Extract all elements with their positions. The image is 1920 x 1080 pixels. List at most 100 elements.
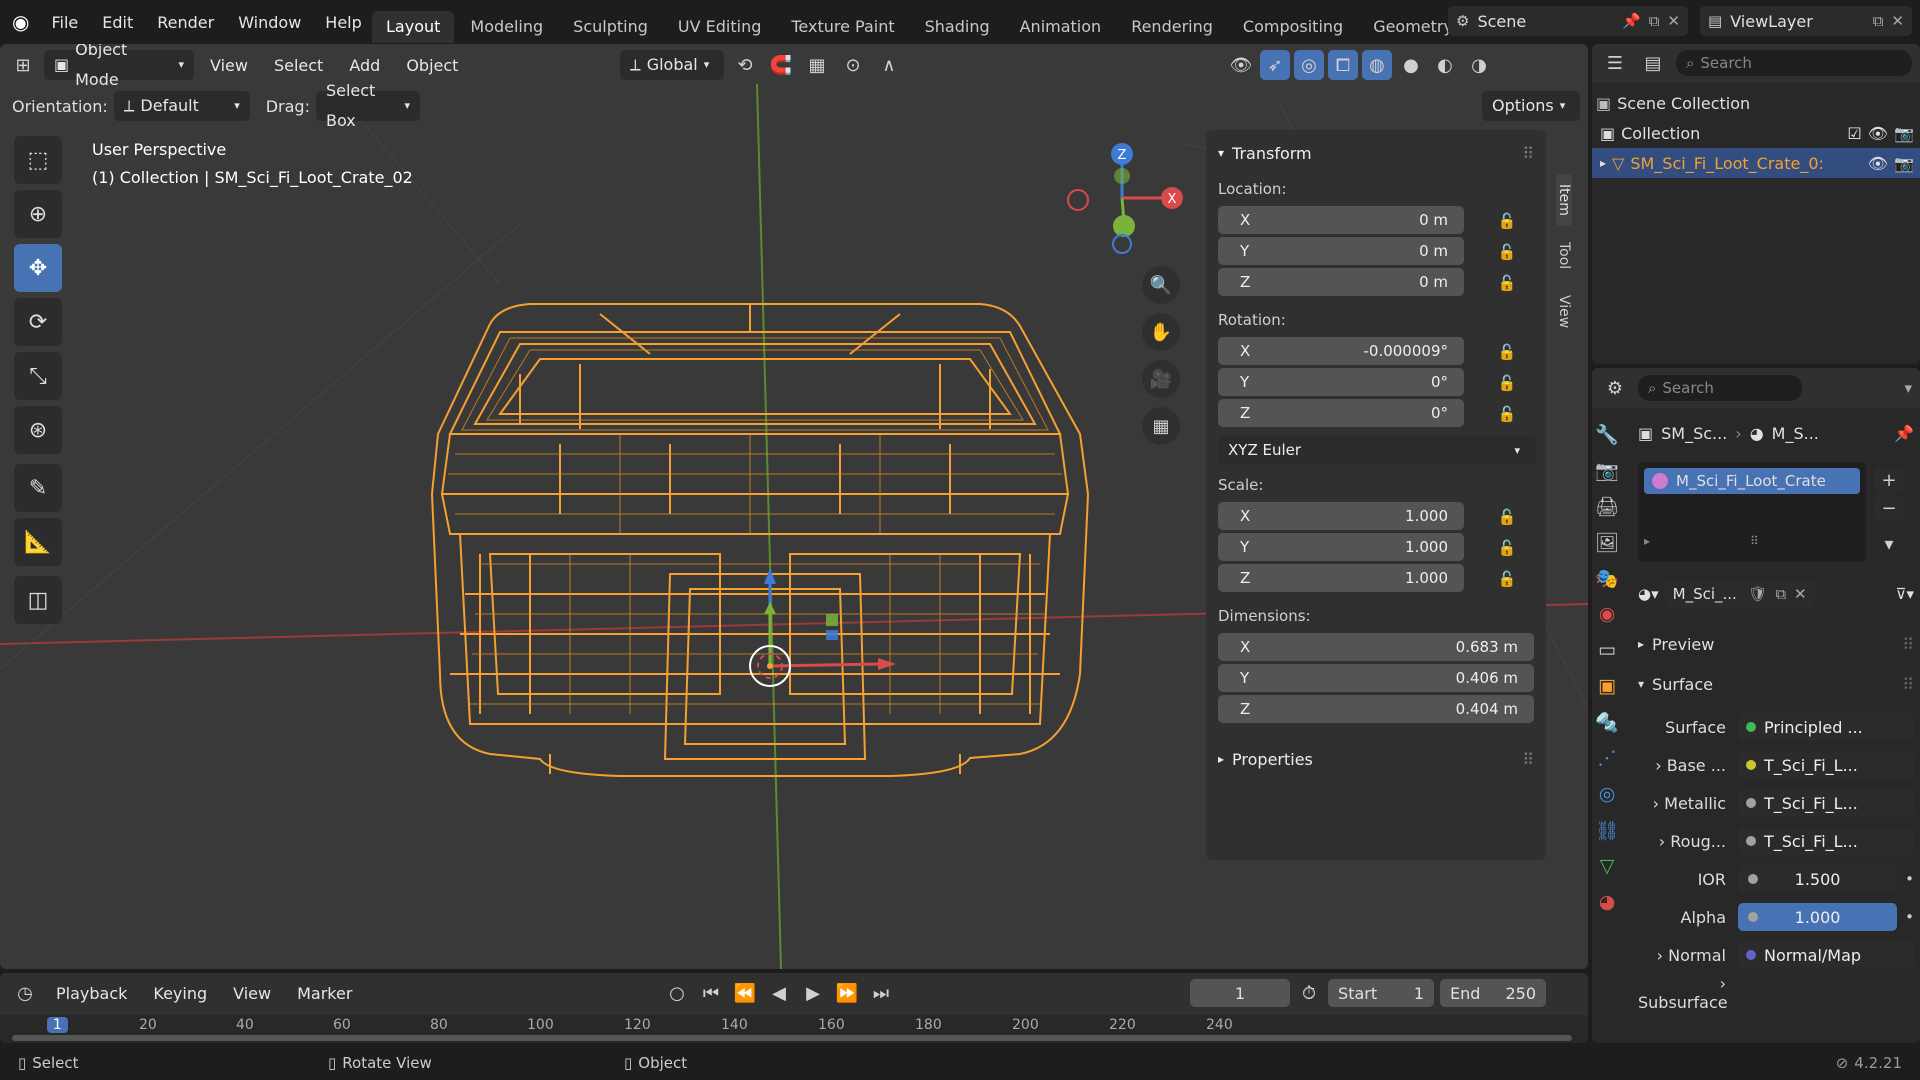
- orientation-dropdown[interactable]: ⟂ Default ▾: [113, 91, 250, 121]
- rotate-tool-icon[interactable]: ⟳: [14, 298, 62, 346]
- editor-type-icon[interactable]: ☰: [1600, 48, 1630, 78]
- lock-icon[interactable]: 🔓: [1496, 243, 1518, 263]
- rendered-shading-icon[interactable]: ◑: [1464, 50, 1494, 80]
- add-cube-tool-icon[interactable]: ◫: [14, 576, 62, 624]
- mode-dropdown[interactable]: ▣ Object Mode ▾: [44, 44, 194, 89]
- snap-icon[interactable]: 🧲: [766, 50, 796, 80]
- lock-icon[interactable]: 🔓: [1496, 508, 1518, 528]
- select-box-tool-icon[interactable]: ⬚: [14, 136, 62, 184]
- proportional-edit-icon[interactable]: ⊙: [838, 50, 868, 80]
- view-menu[interactable]: View: [223, 984, 281, 1003]
- surface-input-value[interactable]: T_Sci_Fi_L...: [1738, 789, 1914, 817]
- socket-icon[interactable]: [1746, 950, 1756, 960]
- lock-icon[interactable]: 🔓: [1496, 405, 1518, 425]
- timeline-scrollbar[interactable]: [12, 1035, 1572, 1041]
- surface-panel-header[interactable]: ▾ Surface ⠿: [1638, 666, 1914, 702]
- gizmo-toggle-icon[interactable]: ➶: [1260, 50, 1290, 80]
- wireframe-shading-icon[interactable]: ◍: [1362, 50, 1392, 80]
- perspective-grid-icon[interactable]: ▦: [1142, 407, 1180, 445]
- outliner-scene-collection[interactable]: ▣ Scene Collection: [1592, 88, 1920, 118]
- pin-icon[interactable]: 📌: [1894, 424, 1914, 443]
- duplicate-icon[interactable]: ⧉: [1775, 585, 1786, 603]
- prev-keyframe-icon[interactable]: ⏪: [730, 978, 760, 1008]
- rotation-y-field[interactable]: Y 0°: [1218, 368, 1464, 396]
- camera-icon[interactable]: 📷: [1894, 154, 1914, 173]
- jump-start-icon[interactable]: ⏮: [696, 978, 726, 1008]
- outliner-object-row[interactable]: ▸ ▽ SM_Sci_Fi_Loot_Crate_0: 👁 📷: [1592, 148, 1920, 178]
- material-slot-list[interactable]: M_Sci_Fi_Loot_Crate ▸ ⠿: [1638, 462, 1866, 562]
- tab-uv-editing[interactable]: UV Editing: [664, 11, 775, 43]
- dimensions-z-field[interactable]: Z 0.404 m: [1218, 695, 1534, 723]
- unlink-icon[interactable]: ✕: [1794, 585, 1807, 603]
- add-slot-icon[interactable]: +: [1874, 467, 1904, 493]
- location-y-field[interactable]: Y 0 m: [1218, 237, 1464, 265]
- physics-icon[interactable]: ◎: [1592, 776, 1622, 812]
- scene-selector[interactable]: ⚙ Scene 📌 ⧉ ✕: [1448, 6, 1688, 36]
- xray-icon[interactable]: ⧠: [1328, 50, 1358, 80]
- start-frame-field[interactable]: Start 1: [1328, 979, 1435, 1007]
- current-frame-field[interactable]: 1: [1190, 979, 1290, 1007]
- drag-handle-icon[interactable]: ⠿: [1902, 675, 1914, 694]
- move-tool-icon[interactable]: ✥: [14, 244, 62, 292]
- transform-panel-header[interactable]: ▾ Transform ⠿: [1218, 138, 1534, 168]
- camera-icon[interactable]: 🎥: [1142, 360, 1180, 398]
- pivot-icon[interactable]: ⟲: [730, 50, 760, 80]
- menu-view[interactable]: View: [200, 56, 258, 75]
- menu-edit[interactable]: Edit: [90, 13, 145, 32]
- tool-properties-icon[interactable]: 🔧: [1592, 416, 1622, 452]
- eye-icon[interactable]: 👁: [1868, 124, 1888, 143]
- material-properties-icon[interactable]: ◕: [1592, 884, 1622, 920]
- timeline-ruler[interactable]: 1 20 40 60 80 100 120 140 160 180 200 220 240: [0, 1015, 1588, 1043]
- drag-dropdown[interactable]: Select Box ▾: [315, 81, 420, 130]
- surface-input-value[interactable]: Principled ...: [1738, 713, 1914, 741]
- overlay-icon[interactable]: ◎: [1294, 50, 1324, 80]
- socket-icon[interactable]: [1746, 722, 1756, 732]
- tab-layout[interactable]: Layout: [372, 11, 455, 43]
- surface-input-value[interactable]: T_Sci_Fi_L...: [1738, 751, 1914, 779]
- menu-help[interactable]: Help: [313, 13, 373, 32]
- dimensions-x-field[interactable]: X 0.683 m: [1218, 633, 1534, 661]
- annotate-tool-icon[interactable]: ✎: [14, 464, 62, 512]
- playhead[interactable]: 1: [46, 1017, 68, 1033]
- close-icon[interactable]: ✕: [1891, 12, 1904, 30]
- snap-grid-icon[interactable]: ▦: [802, 50, 832, 80]
- view-layer-icon[interactable]: 🖼: [1592, 524, 1622, 560]
- marker-menu[interactable]: Marker: [287, 984, 362, 1003]
- scene-properties-icon[interactable]: 🎭: [1592, 560, 1622, 596]
- falloff-icon[interactable]: ∧: [874, 50, 904, 80]
- chevron-down-icon[interactable]: ▾: [1904, 379, 1912, 397]
- outliner-collection[interactable]: ▣ Collection ☑ 👁 📷: [1592, 118, 1920, 148]
- menu-file[interactable]: File: [39, 13, 90, 32]
- viewport-3d[interactable]: ⊞ ▣ Object Mode ▾ View Select Add Object…: [0, 44, 1588, 969]
- preview-panel-header[interactable]: ▸ Preview ⠿: [1638, 626, 1914, 662]
- transform-orientation-dropdown[interactable]: ⟂ Global ▾: [620, 50, 724, 80]
- jump-end-icon[interactable]: ⏭: [866, 978, 896, 1008]
- editor-type-icon[interactable]: ◷: [10, 978, 40, 1008]
- material-slot-item[interactable]: M_Sci_Fi_Loot_Crate: [1644, 468, 1860, 494]
- camera-icon[interactable]: 📷: [1894, 124, 1914, 143]
- new-viewlayer-icon[interactable]: ⧉: [1873, 12, 1884, 30]
- expand-icon[interactable]: ▸: [1644, 534, 1650, 548]
- surface-input-value[interactable]: T_Sci_Fi_L...: [1738, 827, 1914, 855]
- resize-handle-icon[interactable]: ⠿: [1750, 534, 1759, 548]
- editor-type-icon[interactable]: ⚙: [1600, 373, 1630, 403]
- surface-input-label[interactable]: › Roug...: [1638, 832, 1738, 851]
- render-properties-icon[interactable]: 📷: [1592, 452, 1622, 488]
- location-z-field[interactable]: Z 0 m: [1218, 268, 1464, 296]
- menu-object[interactable]: Object: [396, 56, 468, 75]
- next-keyframe-icon[interactable]: ⏩: [832, 978, 862, 1008]
- data-properties-icon[interactable]: ▽: [1592, 848, 1622, 884]
- lock-icon[interactable]: 🔓: [1496, 212, 1518, 232]
- visibility-icon[interactable]: 👁: [1226, 50, 1256, 80]
- keyframe-dot-icon[interactable]: •: [1905, 870, 1914, 888]
- surface-input-label[interactable]: › Metallic: [1638, 794, 1738, 813]
- socket-icon[interactable]: [1746, 836, 1756, 846]
- properties-search-input[interactable]: ⌕ Search: [1638, 375, 1802, 401]
- tab-view[interactable]: View: [1556, 286, 1572, 338]
- menu-render[interactable]: Render: [145, 13, 226, 32]
- drag-handle-icon[interactable]: ⠿: [1522, 750, 1534, 769]
- pan-hand-icon[interactable]: ✋: [1142, 313, 1180, 351]
- tab-tool[interactable]: Tool: [1556, 230, 1572, 282]
- surface-input-label[interactable]: › Base ...: [1638, 756, 1738, 775]
- lock-icon[interactable]: 🔓: [1496, 539, 1518, 559]
